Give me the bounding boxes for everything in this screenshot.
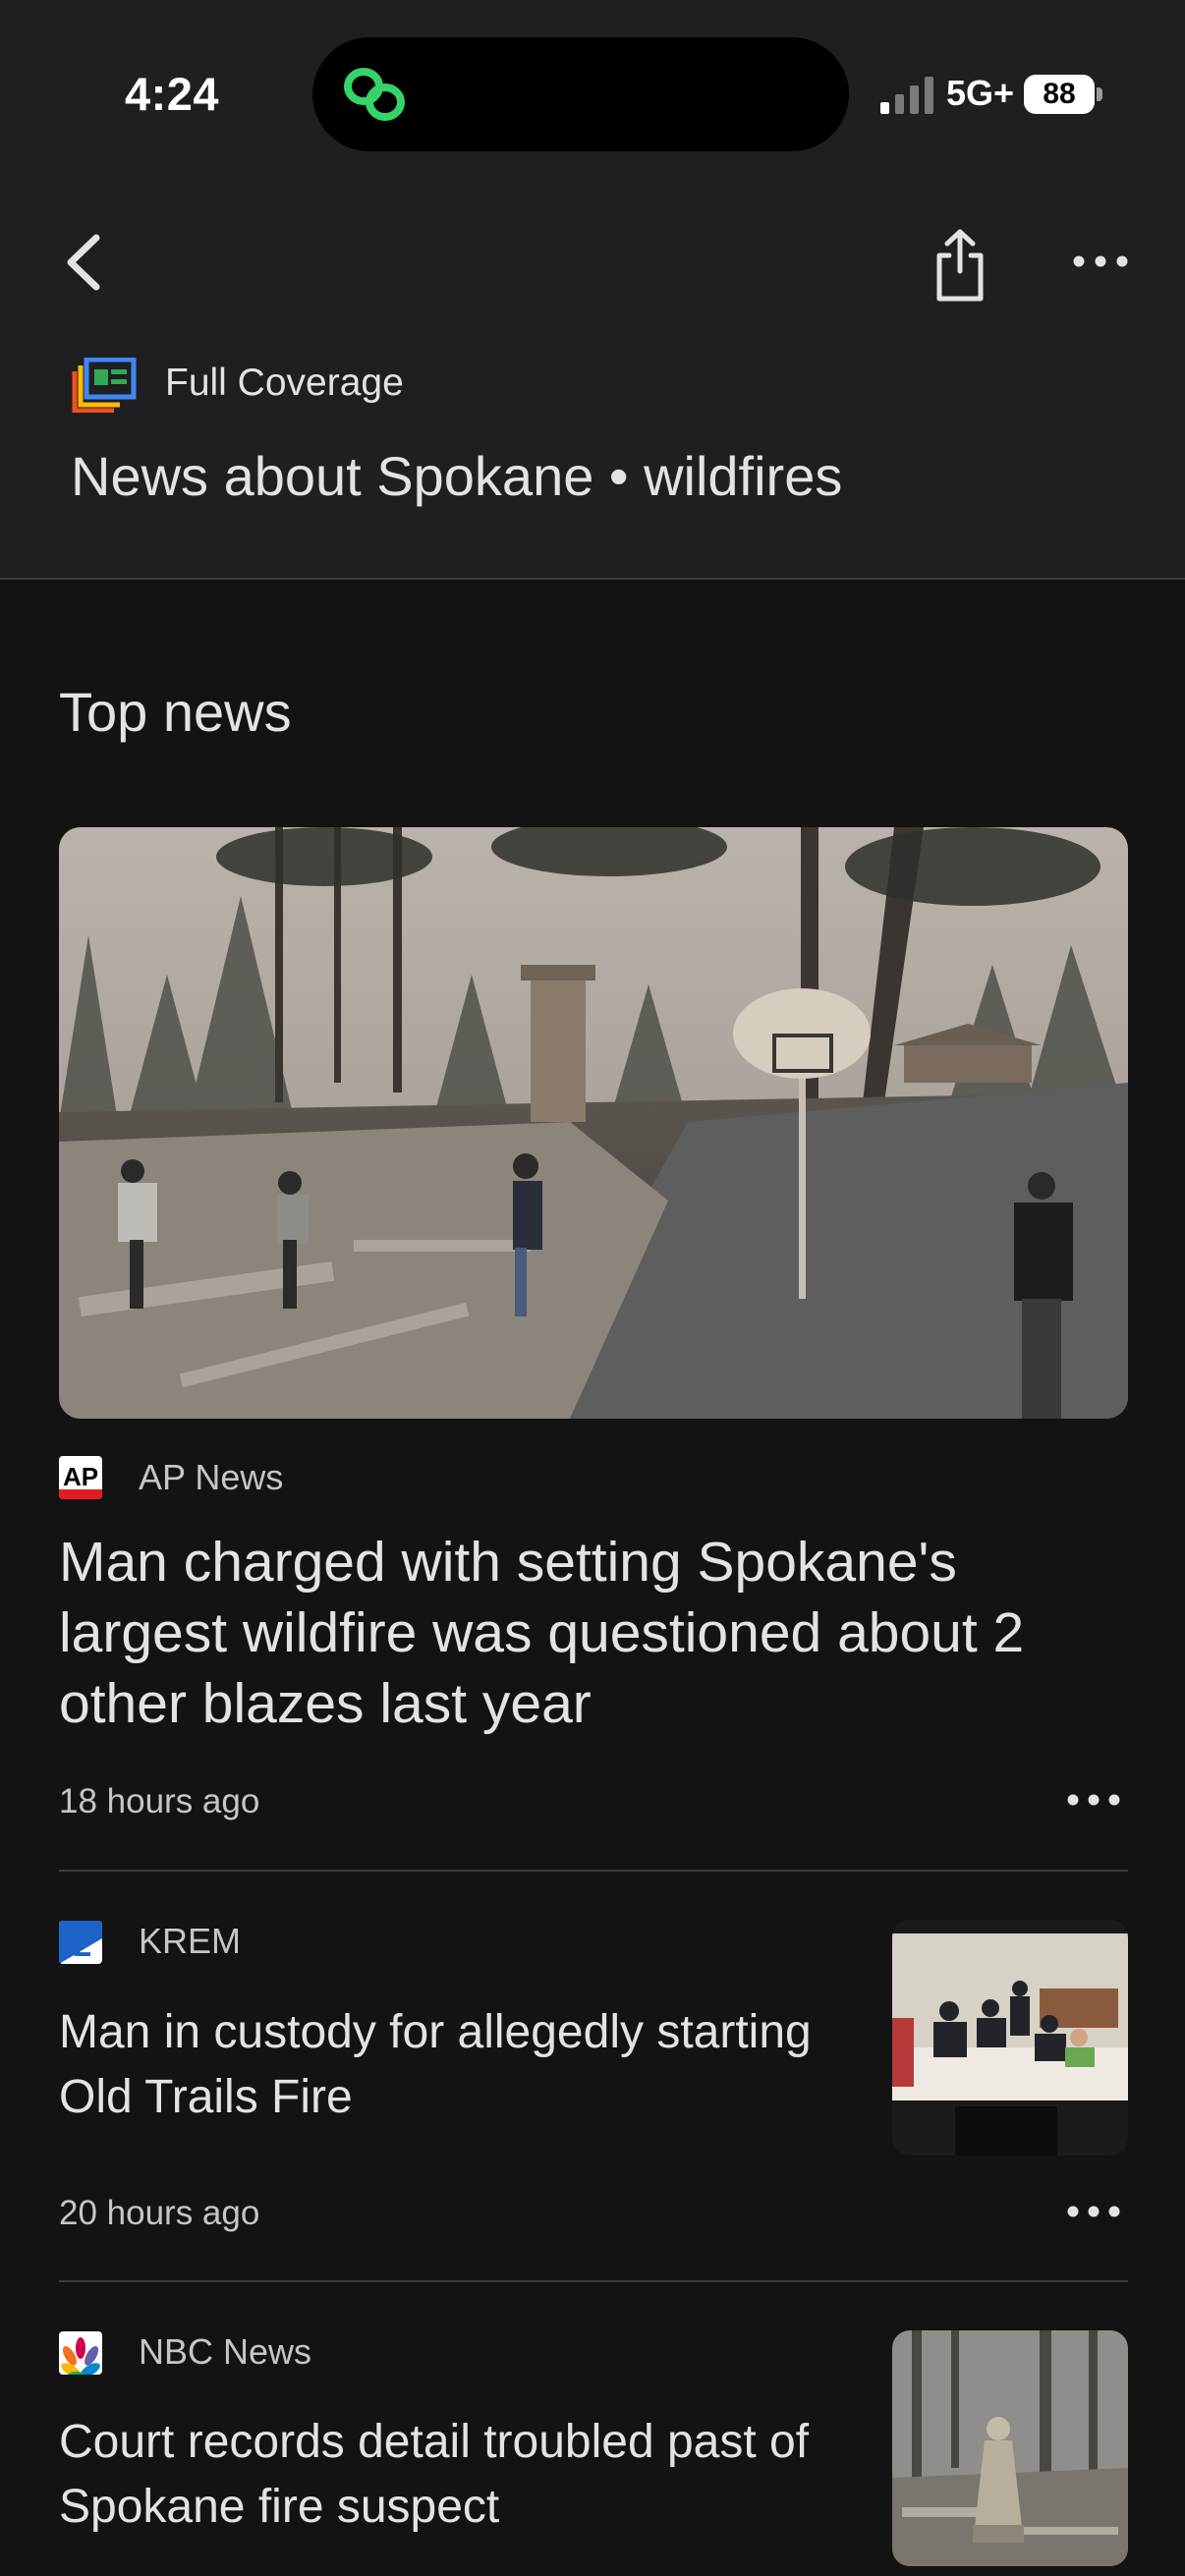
article-source: NBC News [139,2331,312,2372]
krem-logo-icon: 2 [59,1921,102,1964]
article-headline[interactable]: Court records detail troubled past of Sp… [59,2410,845,2540]
article-divider [59,2280,1128,2282]
cellular-signal-icon [880,77,933,114]
ap-logo-icon: AP [59,1456,102,1499]
article-headline[interactable]: Man in custody for allegedly starting Ol… [59,2000,845,2130]
battery-tip [1097,87,1102,101]
svg-text:2: 2 [74,1927,92,1964]
article-time: 20 hours ago [59,2194,260,2232]
article-thumbnail[interactable] [892,2330,1128,2566]
coverage-header: Full Coverage News about Spokane • wildf… [0,187,1185,580]
article-more-options-icon[interactable] [1064,2200,1123,2223]
back-arrow-icon[interactable] [51,228,120,297]
article-source: KREM [139,1921,242,1961]
more-options-icon[interactable] [1071,242,1130,281]
article-headline[interactable]: Man charged with setting Spokane's large… [59,1527,1130,1739]
header-divider [0,578,1185,580]
article-time: 18 hours ago [59,1782,260,1820]
krem-logo: 2 [59,1921,102,1964]
full-coverage-label: Full Coverage [165,362,404,404]
top-news-heading: Top news [59,681,292,743]
article-divider [59,1870,1128,1872]
link-rings-icon [344,68,405,121]
article-thumbnail[interactable] [892,1920,1128,2156]
full-coverage-screen: 4:24 5G+ 88 Full Coverage News about Spo… [0,0,1185,2576]
share-icon[interactable] [926,226,994,305]
article-source: AP News [139,1457,284,1497]
status-time: 4:24 [125,68,220,120]
nbc-news-logo [59,2331,102,2375]
ap-news-logo: AP [59,1456,102,1499]
hero-article-image[interactable] [59,827,1128,1419]
battery-indicator: 88 [1024,75,1095,114]
full-coverage-logo-icon [72,358,137,413]
dynamic-island [312,37,849,151]
nbc-peacock-icon [59,2331,102,2375]
status-bar: 4:24 5G+ 88 [0,0,1185,187]
topic-title: News about Spokane • wildfires [71,445,843,507]
svg-text:AP: AP [63,1462,98,1491]
article-more-options-icon[interactable] [1064,1788,1123,1812]
network-type: 5G+ [946,73,1015,113]
